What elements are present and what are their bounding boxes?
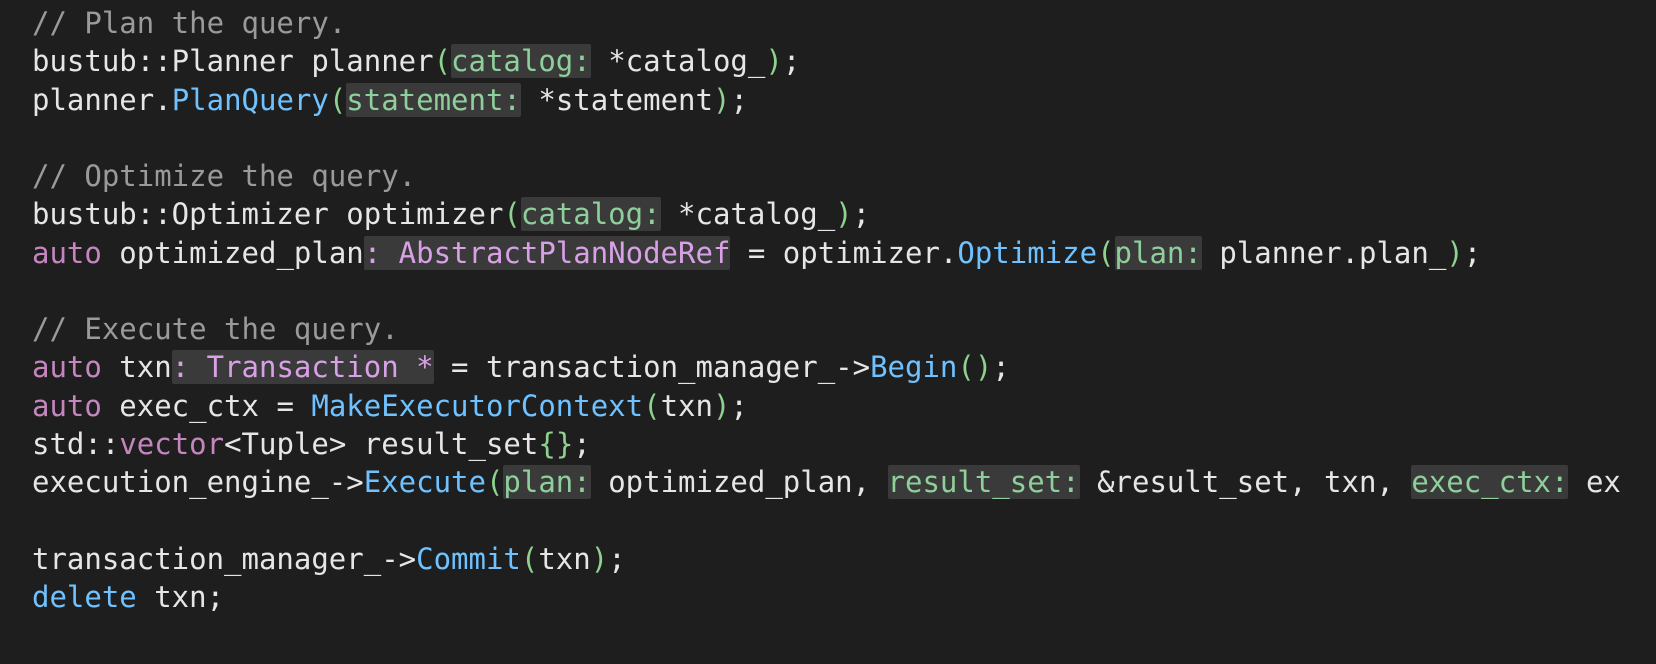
code-token: *catalog_: [590, 44, 766, 79]
code-token: ;: [852, 197, 871, 232]
code-line[interactable]: auto txn: Transaction * = transaction_ma…: [32, 347, 1010, 387]
code-token: (: [328, 82, 347, 117]
code-line[interactable]: bustub::Optimizer optimizer(catalog: *ca…: [32, 194, 870, 234]
code-token: // Execute the query.: [32, 312, 399, 346]
code-token: (: [520, 541, 539, 576]
code-token: (: [503, 197, 521, 232]
code-token: = optimizer.: [730, 235, 958, 270]
inlay-hint: statement:: [346, 82, 521, 117]
code-token: auto: [32, 235, 102, 270]
code-token: txn: [660, 388, 713, 423]
code-token: // Optimize the query.: [32, 159, 417, 193]
code-line[interactable]: planner.PlanQuery(statement: *statement)…: [32, 80, 748, 120]
code-token: *statement: [520, 82, 713, 117]
code-line[interactable]: delete txn;: [32, 577, 224, 617]
code-token: vector: [119, 426, 225, 461]
code-line[interactable]: bustub::Planner planner(catalog: *catalo…: [32, 41, 800, 81]
inlay-hint: plan:: [503, 465, 591, 499]
code-token: bustub::Planner planner: [32, 44, 434, 79]
code-token: transaction_manager_->: [32, 541, 417, 576]
code-token: optimized_plan: [101, 235, 364, 270]
code-token: (: [643, 388, 661, 423]
code-token: auto: [32, 350, 102, 385]
code-token: // Plan the query.: [32, 6, 347, 40]
code-token: execution_engine_->: [32, 465, 364, 499]
code-token: *catalog_: [660, 197, 836, 232]
code-token: ): [590, 541, 609, 576]
code-token: PlanQuery: [171, 82, 329, 117]
code-token: ): [712, 82, 731, 117]
code-token: Optimize: [957, 235, 1098, 270]
code-token: Begin: [870, 350, 958, 385]
code-token: ;: [730, 82, 748, 117]
code-token: (): [957, 350, 993, 385]
code-line[interactable]: auto exec_ctx = MakeExecutorContext(txn)…: [32, 386, 748, 426]
code-line[interactable]: // Plan the query.: [32, 3, 346, 43]
code-line[interactable]: execution_engine_->Execute(plan: optimiz…: [32, 462, 1621, 502]
code-editor[interactable]: // Plan the query. bustub::Planner planne…: [0, 0, 1656, 664]
code-token: ;: [573, 426, 591, 461]
code-token: (: [1097, 235, 1115, 270]
code-token: ): [1446, 235, 1464, 270]
code-token: auto: [32, 388, 102, 423]
inlay-hint: exec_ctx:: [1411, 465, 1569, 499]
code-token: optimized_plan,: [590, 465, 888, 499]
code-token: ;: [1463, 235, 1482, 270]
code-token: ;: [608, 541, 626, 576]
code-token: &result_set, txn,: [1079, 465, 1412, 499]
code-token: txn;: [136, 579, 225, 614]
code-token: planner.: [32, 82, 172, 117]
code-token: {}: [538, 426, 574, 461]
inlay-hint: catalog:: [451, 44, 591, 79]
code-token: ): [712, 388, 731, 423]
code-token: txn: [538, 541, 591, 576]
code-token: <Tuple> result_set: [224, 426, 539, 461]
code-token: Commit: [416, 541, 521, 576]
code-token: (: [485, 465, 504, 499]
code-token: (: [433, 44, 452, 79]
code-line[interactable]: std::vector<Tuple> result_set{};: [32, 424, 591, 464]
code-token: bustub::Optimizer optimizer: [32, 197, 504, 232]
code-token: ;: [782, 44, 801, 79]
code-token: ): [765, 44, 783, 79]
inlay-hint: : Transaction *: [171, 350, 434, 385]
code-token: txn: [101, 350, 172, 385]
code-token: std::: [32, 426, 120, 461]
code-line[interactable]: // Execute the query.: [32, 309, 399, 349]
code-token: MakeExecutorContext: [311, 388, 644, 423]
code-line[interactable]: auto optimized_plan: AbstractPlanNodeRef…: [32, 233, 1481, 273]
code-token: delete: [32, 579, 137, 614]
inlay-hint: catalog:: [520, 197, 661, 232]
code-token: exec_ctx =: [101, 388, 312, 423]
code-token: ex: [1568, 465, 1621, 499]
code-token: ): [835, 197, 853, 232]
code-line[interactable]: transaction_manager_->Commit(txn);: [32, 539, 626, 579]
inlay-hint: : AbstractPlanNodeRef: [363, 235, 731, 270]
code-line[interactable]: // Optimize the query.: [32, 156, 416, 196]
inlay-hint: plan:: [1114, 235, 1202, 270]
code-token: ;: [992, 350, 1010, 385]
code-token: Execute: [363, 465, 486, 499]
code-token: = transaction_manager_->: [433, 350, 871, 385]
code-token: planner.plan_: [1201, 235, 1447, 270]
code-token: ;: [730, 388, 748, 423]
inlay-hint: result_set:: [887, 465, 1080, 499]
